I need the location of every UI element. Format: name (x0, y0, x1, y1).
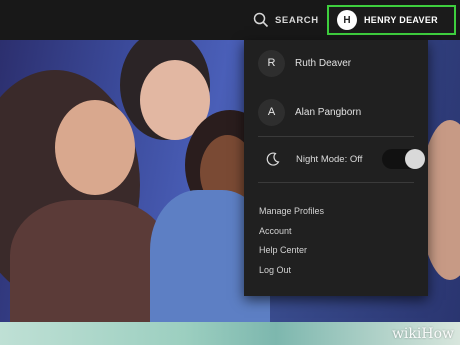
log-out-link[interactable]: Log Out (259, 265, 291, 275)
night-mode-label: Night Mode: Off (296, 153, 363, 165)
toggle-knob (405, 149, 425, 169)
profile-item-label: Ruth Deaver (295, 57, 352, 69)
search-button[interactable]: SEARCH (253, 10, 319, 30)
search-icon (253, 12, 269, 28)
wikihow-watermark: wikiHow (391, 326, 454, 342)
search-label: SEARCH (275, 14, 319, 26)
profile-item-alan[interactable]: A Alan Pangborn (258, 98, 361, 126)
help-center-link[interactable]: Help Center (259, 245, 307, 255)
avatar: H (337, 10, 357, 30)
manage-profiles-link[interactable]: Manage Profiles (259, 206, 324, 216)
night-mode-row: Night Mode: Off (266, 148, 425, 170)
moon-icon (266, 152, 280, 166)
top-navigation-bar: SEARCH H HENRY DEAVER (0, 0, 460, 40)
profile-name: HENRY DEAVER (364, 15, 438, 25)
profile-menu-button[interactable]: H HENRY DEAVER (327, 5, 456, 35)
profile-item-label: Alan Pangborn (295, 106, 362, 118)
night-mode-toggle[interactable] (382, 149, 425, 169)
menu-divider (258, 136, 414, 137)
account-link[interactable]: Account (259, 226, 292, 236)
avatar: A (258, 98, 285, 126)
avatar: R (258, 49, 285, 77)
profile-item-ruth[interactable]: R Ruth Deaver (258, 49, 351, 77)
profile-dropdown-menu: R Ruth Deaver A Alan Pangborn Night Mode… (244, 40, 428, 296)
menu-divider (258, 182, 414, 183)
